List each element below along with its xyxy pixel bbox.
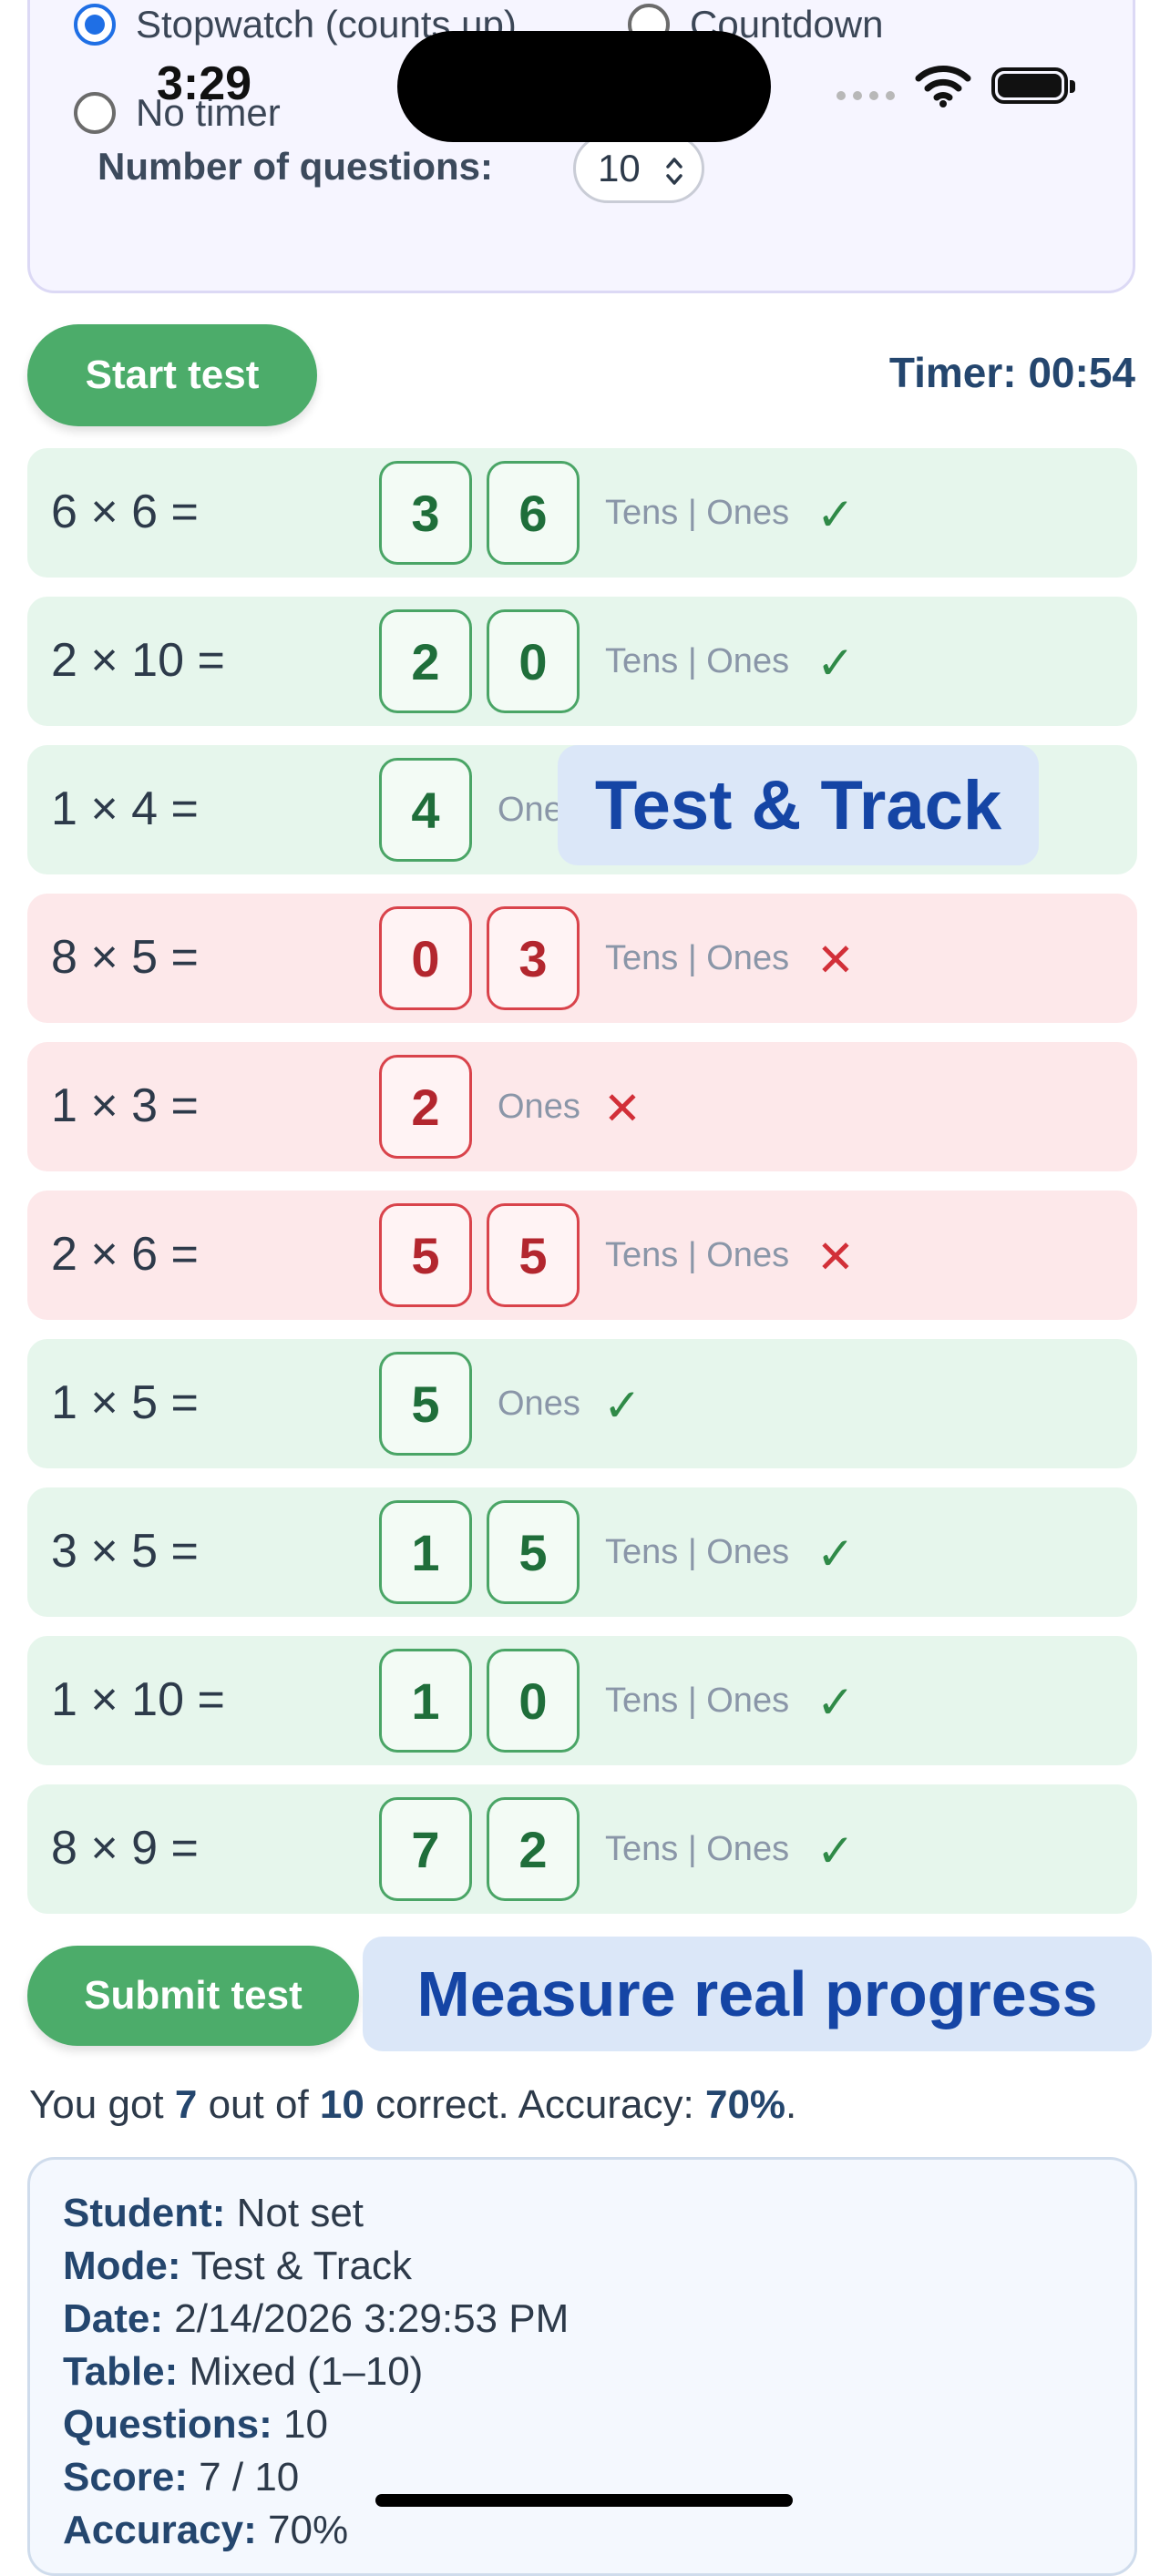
question-row: 8 × 9 = 7 2 Tens | Ones ✓ <box>27 1784 1137 1914</box>
place-value-label: Ones <box>498 1385 580 1423</box>
summary-line: Mode: Test & Track <box>63 2240 1102 2293</box>
place-value-label: Tens | Ones <box>605 1830 790 1868</box>
result-prefix: You got <box>29 2082 175 2127</box>
result-score: 7 <box>174 2082 198 2127</box>
home-indicator <box>375 2494 793 2507</box>
place-value-label: Tens | Ones <box>605 1533 790 1571</box>
ones-digit-input[interactable]: 4 <box>379 758 472 862</box>
summary-line: Student: Not set <box>63 2187 1102 2240</box>
summary-value: Not set <box>225 2191 364 2235</box>
tens-digit-input[interactable]: 7 <box>379 1797 472 1901</box>
question-text: 8 × 9 = <box>51 1822 199 1875</box>
place-value-label: Tens | Ones <box>605 1682 790 1720</box>
place-value-label: Tens | Ones <box>605 494 790 532</box>
question-text: 8 × 5 = <box>51 931 199 984</box>
tens-digit-input[interactable]: 2 <box>379 609 472 713</box>
ones-digit-input[interactable]: 2 <box>487 1797 580 1901</box>
question-row: 8 × 5 = 0 3 Tens | Ones ✕ <box>27 894 1137 1023</box>
question-row: 2 × 6 = 5 5 Tens | Ones ✕ <box>27 1191 1137 1320</box>
check-icon: ✓ <box>816 638 855 689</box>
result-accuracy: 70% <box>704 2082 786 2127</box>
question-list: 6 × 6 = 3 6 Tens | Ones ✓ 2 × 10 = 2 0 Tens | On… <box>27 448 1137 1933</box>
question-row: 1 × 3 = 2 Ones ✕ <box>27 1042 1137 1171</box>
question-row: 6 × 6 = 3 6 Tens | Ones ✓ <box>27 448 1137 578</box>
place-value-label: Tens | Ones <box>605 642 790 680</box>
question-row: 3 × 5 = 1 5 Tens | Ones ✓ <box>27 1487 1137 1617</box>
check-icon: ✓ <box>816 1677 855 1728</box>
question-text: 2 × 10 = <box>51 634 225 687</box>
test-summary-card: Student: Not set Mode: Test & Track Date: … <box>27 2157 1137 2576</box>
summary-value: Test & Track <box>180 2244 413 2288</box>
wifi-icon <box>915 66 971 107</box>
ones-digit-input[interactable]: 5 <box>487 1500 580 1604</box>
summary-line: Table: Mixed (1–10) <box>63 2346 1102 2398</box>
timer-display: Timer: 00:54 <box>888 349 1135 396</box>
result-summary-text: You got 7 out of 10 correct. Accuracy: 7… <box>29 2082 796 2128</box>
feature-banner-measure-progress: Measure real progress <box>363 1937 1152 2051</box>
cellular-signal-icon <box>836 91 895 100</box>
check-icon: ✓ <box>816 1825 855 1876</box>
summary-key: Questions: <box>63 2402 272 2447</box>
ones-digit-input[interactable]: 2 <box>379 1055 472 1159</box>
place-value-label: Tens | Ones <box>605 1236 790 1274</box>
radio-checked-icon[interactable] <box>74 4 116 46</box>
num-questions-select[interactable]: 10 <box>573 134 704 203</box>
tens-digit-input[interactable]: 0 <box>379 906 472 1010</box>
feature-banner-test-track: Test & Track <box>558 745 1039 865</box>
question-row: 1 × 10 = 1 0 Tens | Ones ✓ <box>27 1636 1137 1765</box>
radio-unchecked-icon[interactable] <box>74 92 116 134</box>
summary-key: Mode: <box>63 2244 181 2288</box>
ones-digit-input[interactable]: 3 <box>487 906 580 1010</box>
summary-key: Table: <box>63 2349 179 2394</box>
question-row: 2 × 10 = 2 0 Tens | Ones ✓ <box>27 597 1137 726</box>
summary-value: Mixed (1–10) <box>178 2349 424 2394</box>
summary-key: Score: <box>63 2455 188 2499</box>
cross-icon: ✕ <box>816 935 855 986</box>
place-value-label: Tens | Ones <box>605 939 790 977</box>
result-accuracy-label: correct. Accuracy: <box>364 2082 705 2127</box>
question-text: 1 × 4 = <box>51 782 199 835</box>
battery-icon <box>991 67 1075 104</box>
ones-digit-input[interactable]: 0 <box>487 609 580 713</box>
question-row: 1 × 5 = 5 Ones ✓ <box>27 1339 1137 1468</box>
num-questions-label: Number of questions: <box>98 145 494 188</box>
question-text: 1 × 10 = <box>51 1673 225 1726</box>
num-questions-value: 10 <box>598 147 641 189</box>
start-test-button[interactable]: Start test <box>27 324 317 426</box>
submit-test-button[interactable]: Submit test <box>27 1946 359 2046</box>
summary-line: Accuracy: 70% <box>63 2504 1102 2557</box>
tens-digit-input[interactable]: 5 <box>379 1203 472 1307</box>
place-value-label: Ones <box>498 1088 580 1126</box>
cross-icon: ✕ <box>603 1083 641 1134</box>
check-icon: ✓ <box>603 1380 641 1431</box>
status-time: 3:29 <box>157 57 252 110</box>
summary-value: 2/14/2026 3:29:53 PM <box>163 2296 570 2341</box>
tens-digit-input[interactable]: 1 <box>379 1500 472 1604</box>
summary-value: 10 <box>272 2402 328 2447</box>
ones-digit-input[interactable]: 6 <box>487 461 580 565</box>
result-period: . <box>785 2082 797 2127</box>
ones-digit-input[interactable]: 0 <box>487 1649 580 1753</box>
cross-icon: ✕ <box>816 1232 855 1283</box>
summary-line: Questions: 10 <box>63 2398 1102 2451</box>
summary-key: Date: <box>63 2296 164 2341</box>
question-text: 1 × 5 = <box>51 1376 199 1429</box>
chevron-updown-icon <box>666 158 682 185</box>
question-text: 1 × 3 = <box>51 1079 199 1132</box>
summary-value: 7 / 10 <box>187 2455 300 2499</box>
tens-digit-input[interactable]: 3 <box>379 461 472 565</box>
ones-digit-input[interactable]: 5 <box>379 1352 472 1456</box>
question-text: 6 × 6 = <box>51 486 199 538</box>
result-middle: out of <box>197 2082 320 2127</box>
summary-key: Student: <box>63 2191 226 2235</box>
question-text: 3 × 5 = <box>51 1525 199 1578</box>
summary-line: Date: 2/14/2026 3:29:53 PM <box>63 2293 1102 2346</box>
dynamic-island <box>397 31 771 142</box>
check-icon: ✓ <box>816 1528 855 1579</box>
ones-digit-input[interactable]: 5 <box>487 1203 580 1307</box>
question-text: 2 × 6 = <box>51 1228 199 1281</box>
check-icon: ✓ <box>816 489 855 540</box>
tens-digit-input[interactable]: 1 <box>379 1649 472 1753</box>
result-total: 10 <box>319 2082 364 2127</box>
